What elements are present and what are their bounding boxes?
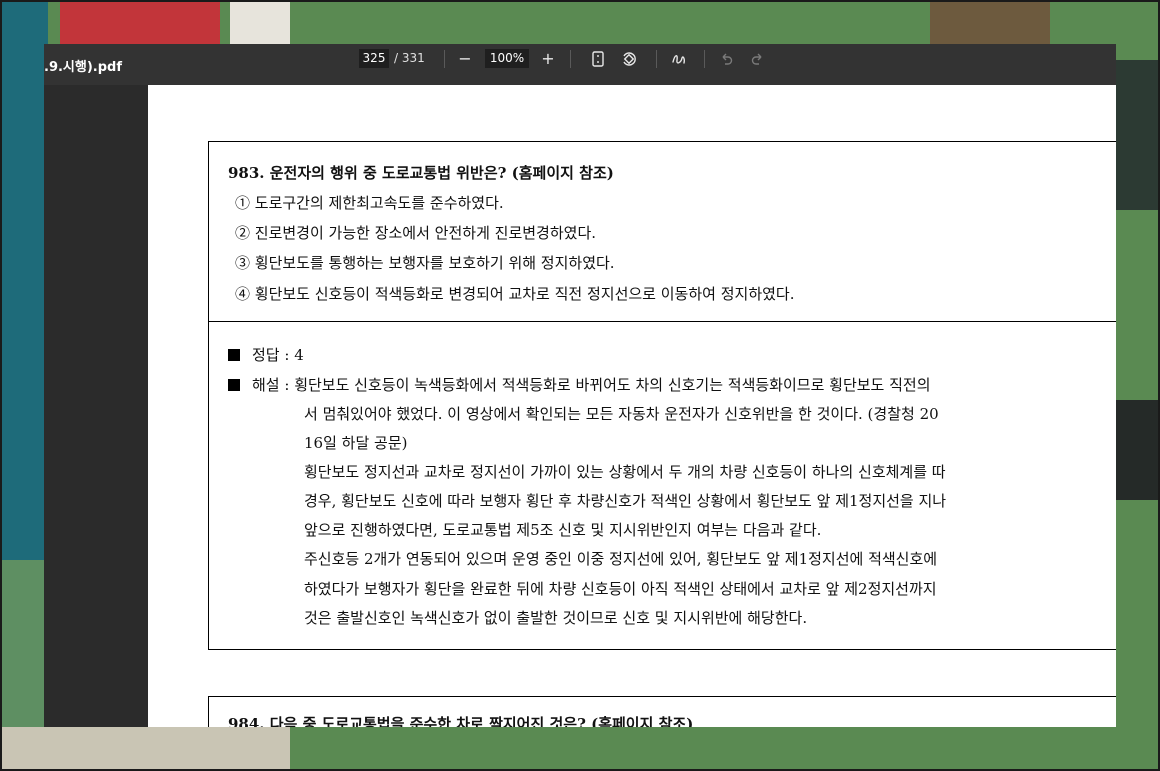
wallpaper-pale-patch <box>0 727 290 771</box>
rotate-icon <box>623 52 636 66</box>
explanation-line: 하였다가 보행자가 횡단을 완료한 뒤에 차량 신호등이 아직 적색인 상태에서… <box>304 580 937 598</box>
wallpaper-dark-patch-2 <box>1116 400 1160 500</box>
plus-icon: + <box>541 49 555 68</box>
answer-row: 정답 : 4 <box>228 344 304 365</box>
explanation-line: 것은 출발신호인 녹색신호가 없이 출발한 것이므로 신호 및 지시위반에 해당… <box>304 609 808 627</box>
explanation-line: 경우, 횡단보도 신호에 따라 보행자 횡단 후 차량신호가 적색인 상황에서 … <box>304 492 947 510</box>
explanation-line: 16일 하달 공문) <box>304 434 408 452</box>
fit-page-icon <box>592 51 604 67</box>
minus-icon: − <box>458 49 472 68</box>
question-984-title: 984. 다음 중 도로교통법을 준수한 차로 짝지어진 것은? (홈페이지 참… <box>228 715 694 727</box>
question-984-box: 984. 다음 중 도로교통법을 준수한 차로 짝지어진 것은? (홈페이지 참… <box>208 696 1116 727</box>
answer-text: 정답 : 4 <box>252 346 304 364</box>
option-1: ① 도로구간의 제한최고속도를 준수하였다. <box>235 194 504 212</box>
rotate-button[interactable] <box>618 48 640 70</box>
toolbar-divider <box>444 50 445 68</box>
explanation-label: 해설 : <box>252 376 295 394</box>
option-2: ② 진로변경이 가능한 장소에서 안전하게 진로변경하였다. <box>235 224 597 242</box>
zoom-in-button[interactable]: + <box>537 48 559 70</box>
option-3: ③ 횡단보도를 통행하는 보행자를 보호하기 위해 정지하였다. <box>235 254 615 272</box>
viewer-left-gutter <box>44 85 148 727</box>
toolbar-divider <box>656 50 657 68</box>
draw-button[interactable] <box>668 48 690 70</box>
wallpaper-white-patch <box>230 0 290 44</box>
pdf-viewer-window: .9.시행).pdf 325 / 331 − 100% + 983. 운전자의 … <box>44 44 1116 727</box>
toolbar-divider <box>570 50 571 68</box>
option-4: ④ 횡단보도 신호등이 적색등화로 변경되어 교차로 직전 정지선으로 이동하여… <box>235 285 795 303</box>
fit-page-button[interactable] <box>587 48 609 70</box>
wallpaper-rust-patch <box>930 0 1050 44</box>
explanation-line: 주신호등 2개가 연동되어 있으며 운영 중인 이중 정지선에 있어, 횡단보도… <box>304 550 938 568</box>
question-983-title: 983. 운전자의 행위 중 도로교통법 위반은? (홈페이지 참조) <box>228 164 614 182</box>
pdf-toolbar: .9.시행).pdf 325 / 331 − 100% + <box>44 44 1116 85</box>
explanation-line: 서 멈춰있어야 했었다. 이 영상에서 확인되는 모든 자동차 운전자가 신호위… <box>304 405 939 423</box>
explanation-row: 해설 : 횡단보도 신호등이 녹색등화에서 적색등화로 바뀌어도 차의 신호기는… <box>228 374 931 395</box>
draw-icon <box>672 55 685 64</box>
wallpaper-dark-patch <box>1116 60 1160 210</box>
pdf-page: 983. 운전자의 행위 중 도로교통법 위반은? (홈페이지 참조) ① 도로… <box>148 85 1116 727</box>
page-total: / 331 <box>394 51 425 65</box>
page-number-input[interactable]: 325 <box>359 49 389 68</box>
wallpaper-red-patch <box>60 0 220 50</box>
redo-icon <box>751 53 762 65</box>
question-983-header: 983. 운전자의 행위 중 도로교통법 위반은? (홈페이지 참조) ① 도로… <box>209 142 1116 322</box>
bullet-square-icon <box>228 349 240 361</box>
redo-button[interactable] <box>747 48 769 70</box>
document-title: .9.시행).pdf <box>44 60 122 75</box>
zoom-out-button[interactable]: − <box>454 48 476 70</box>
zoom-level-input[interactable]: 100% <box>485 49 529 68</box>
toolbar-divider <box>704 50 705 68</box>
undo-button[interactable] <box>715 48 737 70</box>
undo-icon <box>722 53 733 65</box>
bullet-square-icon <box>228 379 240 391</box>
question-983-box: 983. 운전자의 행위 중 도로교통법 위반은? (홈페이지 참조) ① 도로… <box>208 141 1116 650</box>
explanation-line: 횡단보도 정지선과 교차로 정지선이 가까이 있는 상황에서 두 개의 차량 신… <box>304 463 946 481</box>
explanation-line: 횡단보도 신호등이 녹색등화에서 적색등화로 바뀌어도 차의 신호기는 적색등화… <box>294 376 931 394</box>
explanation-line: 앞으로 진행하였다면, 도로교통법 제5조 신호 및 지시위반인지 여부는 다음… <box>304 521 822 539</box>
